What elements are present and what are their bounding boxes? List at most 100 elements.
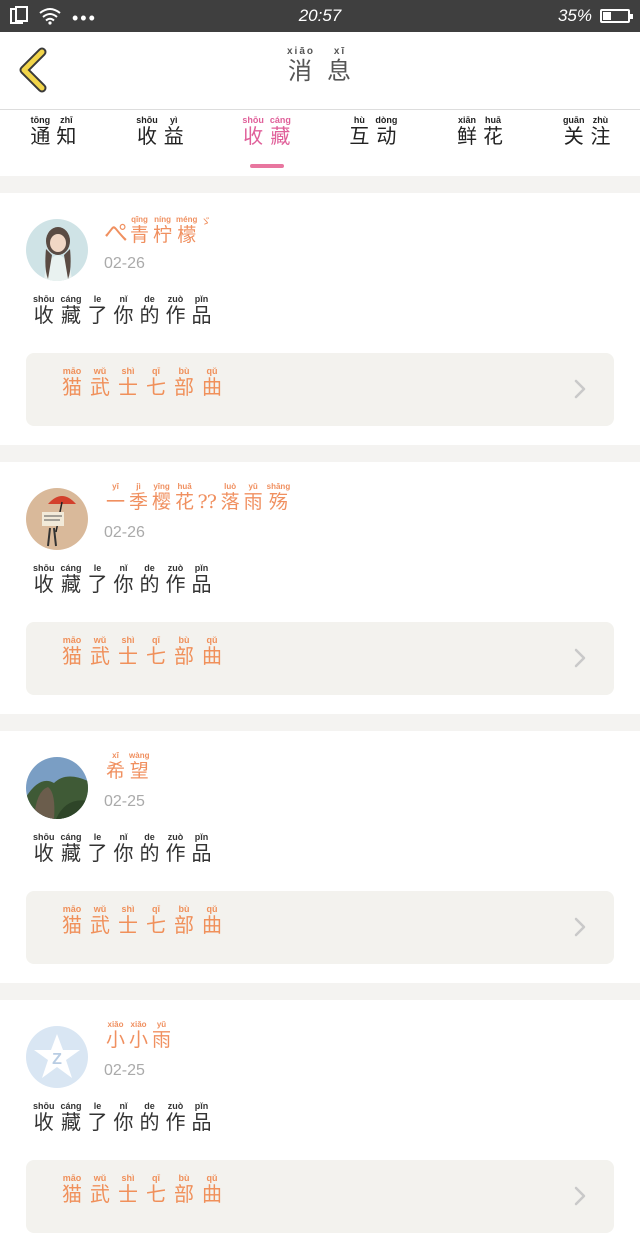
message-card: 一yī季jì樱yīng花huā⁇ 落luò雨yǔ殇shāng 02-26 收shōu藏… xyxy=(0,462,640,714)
action-char: 的de xyxy=(139,563,160,596)
tab-label: 关guān注zhù xyxy=(560,115,614,148)
action-text: 收shōu藏cáng了le你nǐ的de作zuò品pǐn xyxy=(30,563,215,597)
action-char: 作zuò xyxy=(165,832,186,865)
action-char: 你nǐ xyxy=(113,563,134,596)
work-title-char: 猫māo xyxy=(62,904,82,937)
title-char: 息xī xyxy=(326,46,353,85)
action-char: 了le xyxy=(87,1101,108,1134)
username[interactable]: 小xiǎo小xiǎo雨yǔ xyxy=(104,1020,173,1052)
action-char: 品pǐn xyxy=(191,294,212,327)
action-char: 了le xyxy=(87,294,108,327)
work-link[interactable]: 猫māo 武wǔ 士shì 七qī 部bù 曲qǔ xyxy=(26,1160,614,1233)
message-card: Z 小xiǎo小xiǎo雨yǔ 02-25 收shōu藏cáng了le你nǐ的de作z… xyxy=(0,1000,640,1252)
action-char: 收shōu xyxy=(33,563,55,596)
work-title-char: 部bù xyxy=(174,635,194,668)
tab-1[interactable]: 收shōu益yì xyxy=(107,110,214,176)
action-char: 藏cáng xyxy=(60,294,82,327)
message-date: 02-26 xyxy=(104,255,145,272)
message-date: 02-25 xyxy=(104,1062,145,1079)
message-date: 02-26 xyxy=(104,524,145,541)
tab-label-char: 互hù xyxy=(349,115,370,148)
tab-label-char: 花huā xyxy=(483,115,504,148)
work-title-char: 七qī xyxy=(146,904,166,937)
avatar[interactable] xyxy=(26,757,88,819)
avatar[interactable]: Z xyxy=(26,1026,88,1088)
action-char: 品pǐn xyxy=(191,1101,212,1134)
action-char: 作zuò xyxy=(165,563,186,596)
tab-bar: 通tōng知zhī 收shōu益yì 收shōu藏cáng 互hù动dòng 鲜xiān… xyxy=(0,110,640,176)
tab-label-char: 知zhī xyxy=(56,115,77,148)
work-title-char: 部bù xyxy=(174,366,194,399)
avatar[interactable] xyxy=(26,488,88,550)
work-link[interactable]: 猫māo 武wǔ 士shì 七qī 部bù 曲qǔ xyxy=(26,622,614,695)
chevron-right-icon xyxy=(574,379,586,399)
action-char: 的de xyxy=(139,294,160,327)
work-title-char: 武wǔ xyxy=(90,904,110,937)
username-char: 花huā xyxy=(175,482,195,513)
username[interactable]: ぺ青qīng柠níng檬méng ゞ xyxy=(104,213,211,248)
action-char: 你nǐ xyxy=(113,832,134,865)
tab-label: 收shōu益yì xyxy=(133,115,187,148)
tab-label: 鲜xiān花huā xyxy=(454,115,506,148)
username-char: 青qīng xyxy=(130,215,150,246)
message-card: 希xī望wàng 02-25 收shōu藏cáng了le你nǐ的de作zuò品pǐn… xyxy=(0,731,640,983)
username-char: 一yī xyxy=(106,482,126,513)
avatar[interactable] xyxy=(26,219,88,281)
work-title-char: 部bù xyxy=(174,1173,194,1206)
battery-icon xyxy=(600,9,633,23)
chevron-right-icon xyxy=(574,648,586,668)
work-title-char: 猫māo xyxy=(62,1173,82,1206)
username-char: 季jì xyxy=(129,482,149,513)
username-char: 小xiǎo xyxy=(106,1020,126,1051)
work-link[interactable]: 猫māo 武wǔ 士shì 七qī 部bù 曲qǔ xyxy=(26,891,614,964)
work-title-char: 七qī xyxy=(146,635,166,668)
tab-4[interactable]: 鲜xiān花huā xyxy=(427,110,534,176)
battery-percent: 35% xyxy=(557,6,592,25)
title-char: 消xiāo xyxy=(286,46,315,85)
action-char: 藏cáng xyxy=(60,1101,82,1134)
tab-5[interactable]: 关guān注zhù xyxy=(533,110,640,176)
work-title-char: 曲qǔ xyxy=(202,904,222,937)
work-title-char: 猫māo xyxy=(62,366,82,399)
tab-0[interactable]: 通tōng知zhī xyxy=(0,110,107,176)
work-title-char: 武wǔ xyxy=(90,1173,110,1206)
work-title-char: 武wǔ xyxy=(90,366,110,399)
action-char: 作zuò xyxy=(165,1101,186,1134)
work-title-char: 猫māo xyxy=(62,635,82,668)
work-title-char: 曲qǔ xyxy=(202,635,222,668)
username-char: 小xiǎo xyxy=(129,1020,149,1051)
username-char: 殇shāng xyxy=(266,482,291,513)
tab-label: 收shōu藏cáng xyxy=(239,115,294,148)
work-title-char: 七qī xyxy=(146,1173,166,1206)
username-suffix: ゞ xyxy=(200,215,212,228)
page-title: 消xiāo 息xī xyxy=(281,46,359,85)
work-title-char: 士shì xyxy=(118,1173,138,1206)
action-char: 作zuò xyxy=(165,294,186,327)
work-link[interactable]: 猫māo 武wǔ 士shì 七qī 部bù 曲qǔ xyxy=(26,353,614,426)
tab-label-char: 收shōu xyxy=(136,115,158,148)
tab-2[interactable]: 收shōu藏cáng xyxy=(213,110,320,176)
action-char: 收shōu xyxy=(33,294,55,327)
tab-3[interactable]: 互hù动dòng xyxy=(320,110,427,176)
username-char: 雨yǔ xyxy=(152,1020,172,1051)
username-char: 望wàng xyxy=(129,751,150,782)
action-text: 收shōu藏cáng了le你nǐ的de作zuò品pǐn xyxy=(30,832,215,866)
tab-label-char: 动dòng xyxy=(375,115,398,148)
work-title-char: 士shì xyxy=(118,366,138,399)
action-char: 藏cáng xyxy=(60,563,82,596)
tab-label-char: 鲜xiān xyxy=(457,115,478,148)
tab-label-char: 藏cáng xyxy=(269,115,291,148)
header: 消xiāo 息xī xyxy=(0,32,640,110)
work-title: 猫māo 武wǔ 士shì 七qī 部bù 曲qǔ xyxy=(58,904,226,938)
action-char: 了le xyxy=(87,832,108,865)
username-char: 檬méng xyxy=(176,215,198,246)
username[interactable]: 希xī望wàng xyxy=(104,751,151,783)
tab-label: 互hù动dòng xyxy=(346,115,400,148)
work-title-char: 七qī xyxy=(146,366,166,399)
username-char: ⁇ xyxy=(198,491,217,513)
work-title-char: 士shì xyxy=(118,904,138,937)
username[interactable]: 一yī季jì樱yīng花huā⁇ 落luò雨yǔ殇shāng xyxy=(104,482,292,514)
action-text: 收shōu藏cáng了le你nǐ的de作zuò品pǐn xyxy=(30,294,215,328)
work-title-char: 曲qǔ xyxy=(202,366,222,399)
work-title-char: 部bù xyxy=(174,904,194,937)
